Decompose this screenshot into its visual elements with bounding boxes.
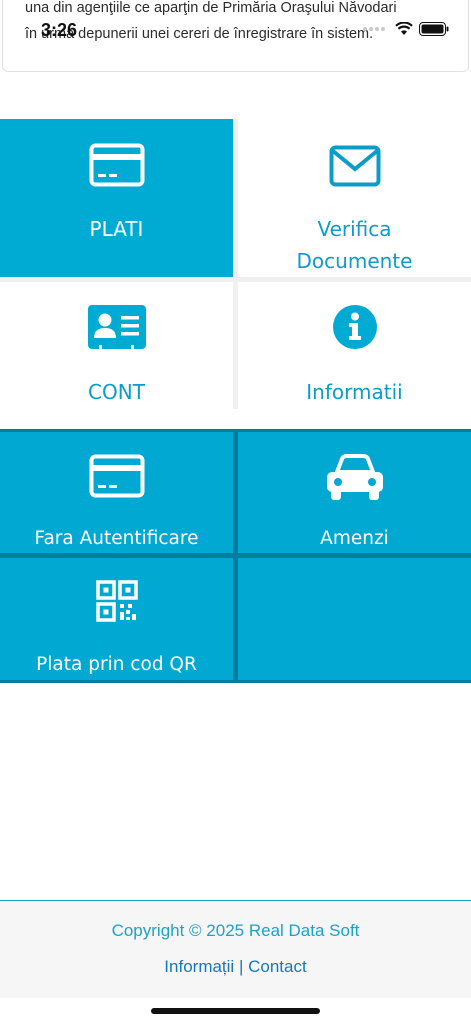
credit-card-icon [89, 454, 144, 498]
informatii-tile[interactable]: Informatii [238, 282, 471, 409]
plata-qr-label: Plata prin cod QR [36, 654, 197, 675]
info-circle-icon [332, 305, 377, 349]
empty-tile [238, 558, 471, 680]
verifica-documente-tile[interactable]: Verifica Documente [238, 119, 471, 277]
cellular-signal-icon [363, 27, 385, 31]
fara-autentificare-label: Fara Autentificare [34, 528, 199, 549]
envelope-icon [329, 145, 380, 187]
footer-link-separator: | [238, 957, 244, 976]
status-bar: 3:26 [0, 0, 471, 58]
cont-label: CONT [88, 380, 145, 404]
fara-autentificare-tile[interactable]: Fara Autentificare [0, 432, 233, 553]
cont-tile[interactable]: CONT [0, 282, 233, 409]
footer: Copyright © 2025 Real Data Soft Informaț… [0, 900, 471, 998]
plati-tile[interactable]: PLATI [0, 119, 233, 277]
plati-label: PLATI [89, 217, 144, 241]
qr-code-icon [95, 580, 138, 622]
contact-link[interactable]: Contact [248, 957, 307, 976]
home-indicator[interactable] [151, 1008, 320, 1014]
informatii-label: Informatii [306, 380, 403, 404]
id-card-icon [87, 305, 146, 349]
grid-border-bottom [0, 680, 471, 683]
footer-links: Informații | Contact [0, 957, 471, 977]
verifica-documente-label: Verifica Documente [296, 217, 413, 273]
status-time: 3:26 [41, 20, 78, 40]
section-divider [0, 409, 471, 429]
amenzi-label: Amenzi [320, 528, 389, 549]
copyright-text: Copyright © 2025 Real Data Soft [111, 921, 360, 940]
wifi-icon [395, 22, 413, 35]
plata-qr-tile[interactable]: Plata prin cod QR [0, 558, 233, 680]
amenzi-tile[interactable]: Amenzi [238, 432, 471, 553]
status-icons [363, 22, 449, 36]
informatii-link[interactable]: Informații [164, 957, 234, 976]
battery-icon [419, 22, 449, 36]
car-icon [326, 454, 383, 500]
credit-card-icon [89, 143, 144, 187]
